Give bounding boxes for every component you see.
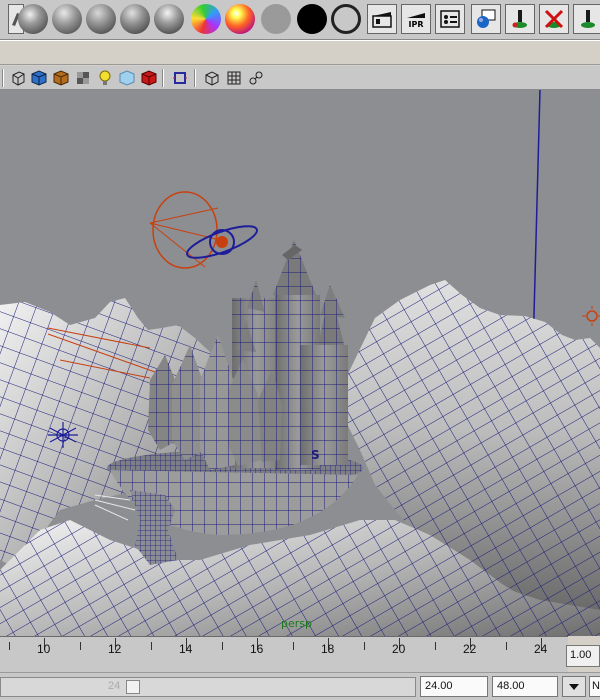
grid-icon[interactable]: [202, 68, 222, 88]
time-tick: [151, 642, 152, 650]
range-handle[interactable]: [126, 680, 140, 694]
dropdown-button[interactable]: [562, 676, 586, 697]
ipr-render-icon[interactable]: IPR: [400, 3, 432, 35]
time-tick: [364, 642, 365, 650]
break-light-link-icon[interactable]: [538, 3, 570, 35]
time-label: 12: [108, 642, 122, 656]
make-light-link-icon[interactable]: [572, 3, 600, 35]
surface-shader-icon[interactable]: [296, 3, 328, 35]
use-background-icon[interactable]: [330, 3, 362, 35]
camera-label: persp: [281, 617, 312, 630]
surface-letter: S: [311, 448, 320, 462]
toolbar-separator: [162, 69, 164, 87]
workspace-divider: [0, 40, 600, 65]
rainbow-shader-icon[interactable]: [190, 3, 222, 35]
isolate-select-icon[interactable]: [170, 68, 190, 88]
time-label: 20: [392, 642, 406, 656]
toolbar-separator: [2, 69, 4, 87]
wireframe-icon[interactable]: [8, 68, 28, 88]
anisotropic-sphere-icon[interactable]: [153, 3, 185, 35]
time-label: 24: [534, 642, 548, 656]
range-handle-value: 24: [108, 680, 121, 692]
toolbar-separator: [194, 69, 196, 87]
perspective-viewport[interactable]: S persp: [0, 90, 600, 636]
lights-icon[interactable]: [95, 68, 115, 88]
light-link-icon[interactable]: [504, 3, 536, 35]
camera-rays: [94, 494, 136, 521]
panel-toolbar: [0, 66, 600, 90]
range-slider-bar: 24 24.00 48.00 N: [0, 672, 600, 700]
range-slider[interactable]: 24: [0, 677, 416, 697]
shading-shelf: IPR: [0, 0, 600, 40]
camera-attributes-icon[interactable]: [246, 68, 266, 88]
time-label: 10: [37, 642, 51, 656]
phonge-sphere-icon[interactable]: [119, 3, 151, 35]
ipr-label: IPR: [408, 19, 424, 29]
default-material-icon[interactable]: [139, 68, 159, 88]
time-label: 22: [463, 642, 477, 656]
ramp-shader-icon[interactable]: [224, 3, 256, 35]
point-light-icon: [582, 306, 600, 326]
trailing-field[interactable]: N: [589, 676, 600, 697]
time-label: 14: [179, 642, 193, 656]
smooth-shade-icon[interactable]: [29, 68, 49, 88]
layered-shader-icon[interactable]: [260, 3, 292, 35]
time-slider[interactable]: 10 12 14 16 18 20 22 24: [0, 636, 568, 672]
render-settings-icon[interactable]: [434, 3, 466, 35]
shade-all-icon[interactable]: [51, 68, 71, 88]
xray-icon[interactable]: [117, 68, 137, 88]
blinn-sphere-icon[interactable]: [51, 3, 83, 35]
time-label: 18: [321, 642, 335, 656]
lambert-sphere-icon[interactable]: [85, 3, 117, 35]
textured-icon[interactable]: [73, 68, 93, 88]
resolution-gate-icon[interactable]: [224, 68, 244, 88]
current-frame-field[interactable]: 1.00: [566, 645, 600, 667]
chevron-down-icon: [569, 683, 579, 690]
scene-render: S: [0, 90, 600, 636]
time-tick: [506, 642, 507, 650]
time-tick: [222, 642, 223, 650]
hypershade-icon[interactable]: [470, 3, 502, 35]
render-view-icon[interactable]: [366, 3, 398, 35]
spot-light-manipulator: [149, 191, 258, 269]
time-label: 16: [250, 642, 264, 656]
phong-sphere-icon[interactable]: [17, 3, 49, 35]
time-tick: [293, 642, 294, 650]
range-start-field[interactable]: 24.00: [420, 676, 488, 697]
range-end-field[interactable]: 48.00: [492, 676, 558, 697]
time-tick: [435, 642, 436, 650]
time-tick: [80, 642, 81, 650]
time-tick: [9, 642, 10, 650]
